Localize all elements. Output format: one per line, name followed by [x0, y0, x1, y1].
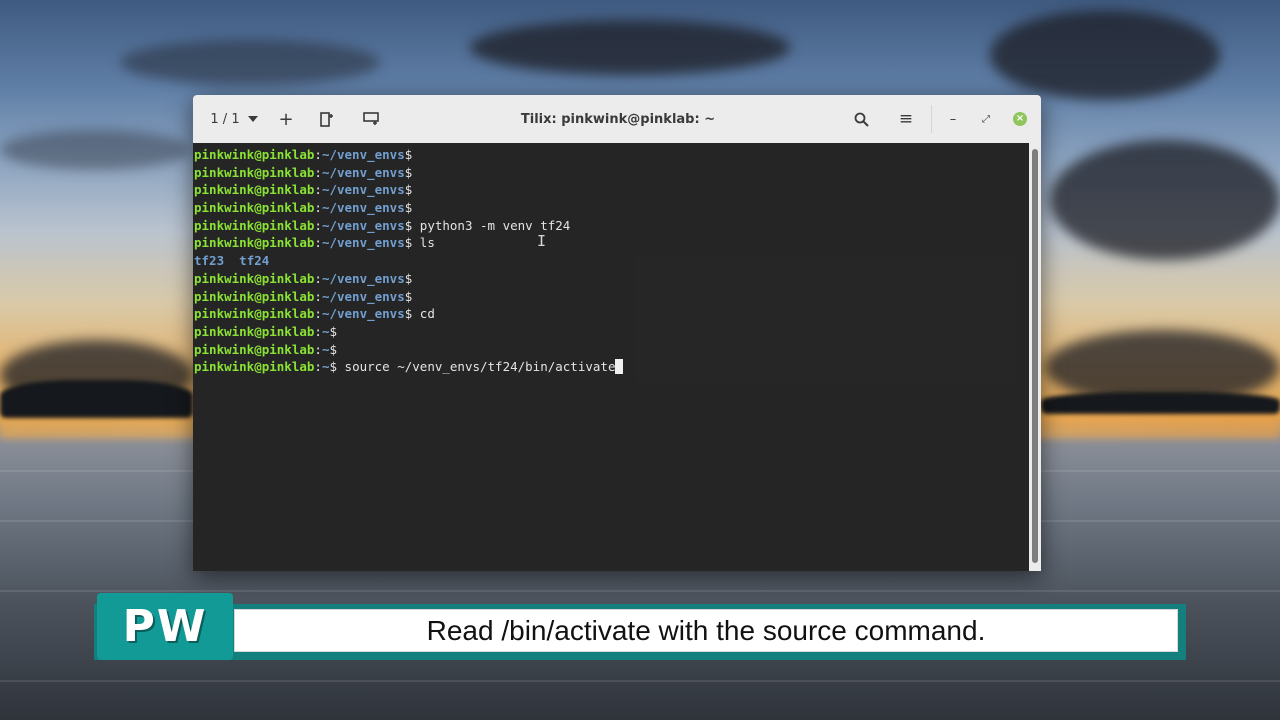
terminal-line: pinkwink@pinklab:~$ source ~/venv_envs/t… [194, 358, 1029, 376]
prompt-separator: : [314, 217, 322, 233]
prompt-user: pinkwink@pinklab [194, 341, 315, 357]
prompt-symbol: $ [404, 200, 413, 216]
prompt-user: pinkwink@pinklab [194, 288, 315, 304]
chevron-down-icon[interactable] [243, 95, 263, 143]
prompt-separator: : [314, 288, 322, 304]
prompt-user: pinkwink@pinklab [194, 217, 315, 233]
logo-text: PW [122, 601, 208, 652]
terminal-line: tf23 tf24 [194, 252, 1029, 270]
terminal-line: pinkwink@pinklab:~/venv_envs$ [194, 146, 1029, 164]
window-title: Tilix: pinkwink@pinklab: ~ [520, 111, 716, 127]
caption-text: Read /bin/activate with the source comma… [426, 614, 986, 646]
terminal-line: pinkwink@pinklab:~/venv_envs$ [194, 199, 1029, 217]
maximize-icon[interactable]: ⤢ [976, 95, 996, 143]
prompt-path: ~/venv_envs [321, 235, 405, 251]
prompt-path: ~/venv_envs [321, 306, 405, 322]
channel-logo: PW [97, 593, 233, 660]
prompt-symbol: $ [404, 182, 413, 198]
prompt-user: pinkwink@pinklab [194, 147, 315, 162]
prompt-path: ~/venv_envs [321, 270, 405, 286]
prompt-separator: : [314, 270, 322, 286]
prompt-separator: : [314, 359, 322, 375]
prompt-separator: : [314, 164, 322, 180]
prompt-path: ~/venv_envs [321, 182, 405, 198]
prompt-user: pinkwink@pinklab [194, 164, 315, 180]
terminal-line: pinkwink@pinklab:~/venv_envs$ [194, 270, 1029, 288]
prompt-user: pinkwink@pinklab [194, 323, 315, 339]
ibeam-cursor-icon: I [537, 232, 547, 250]
minimize-icon[interactable]: – [943, 95, 963, 143]
command-text: python3 -m venv tf24 [412, 217, 571, 233]
prompt-user: pinkwink@pinklab [194, 182, 315, 198]
terminal-line: pinkwink@pinklab:~$ [194, 341, 1029, 359]
close-button[interactable]: × [1010, 95, 1030, 143]
session-counter[interactable]: 1 / 1 [201, 95, 249, 143]
close-icon[interactable]: × [1013, 112, 1027, 126]
prompt-symbol: $ [329, 359, 338, 375]
prompt-symbol: $ [329, 341, 338, 357]
text-cursor [615, 359, 624, 375]
terminal-scrollbar[interactable] [1029, 143, 1041, 571]
search-icon[interactable] [850, 95, 872, 143]
terminal-line: pinkwink@pinklab:~/venv_envs$ ls [194, 234, 1029, 252]
prompt-path: ~/venv_envs [321, 288, 405, 304]
terminal-line: pinkwink@pinklab:~/venv_envs$ [194, 164, 1029, 182]
prompt-user: pinkwink@pinklab [194, 306, 315, 322]
directory-entry: tf24 [239, 253, 270, 269]
terminal-line: pinkwink@pinklab:~/venv_envs$ python3 -m… [194, 217, 1029, 235]
prompt-user: pinkwink@pinklab [194, 359, 315, 375]
prompt-path: ~/venv_envs [321, 147, 405, 162]
hamburger-menu-icon[interactable]: ≡ [895, 95, 917, 143]
command-text: ls [412, 235, 435, 251]
terminal-line: pinkwink@pinklab:~/venv_envs$ cd [194, 305, 1029, 323]
split-right-icon[interactable] [317, 95, 337, 143]
prompt-user: pinkwink@pinklab [194, 235, 315, 251]
terminal-output[interactable]: pinkwink@pinklab:~/venv_envs$ pinkwink@pi… [193, 143, 1029, 571]
terminal-window: 1 / 1 + Tilix: pinkwink@pinklab: ~ ≡ – ⤢… [193, 95, 1041, 571]
prompt-separator: : [314, 147, 322, 162]
prompt-separator: : [314, 306, 322, 322]
prompt-user: pinkwink@pinklab [194, 200, 315, 216]
scrollbar-thumb[interactable] [1032, 149, 1038, 563]
prompt-separator: : [314, 323, 322, 339]
prompt-separator: : [314, 235, 322, 251]
title-separator [931, 105, 932, 133]
prompt-path: ~/venv_envs [321, 164, 405, 180]
command-text: cd [412, 306, 435, 322]
prompt-symbol: $ [404, 147, 413, 162]
prompt-path: ~/venv_envs [321, 217, 405, 233]
prompt-separator: : [314, 182, 322, 198]
prompt-user: pinkwink@pinklab [194, 270, 315, 286]
caption-box: Read /bin/activate with the source comma… [234, 609, 1178, 652]
split-down-icon[interactable] [360, 95, 382, 143]
prompt-separator: : [314, 200, 322, 216]
terminal-line: pinkwink@pinklab:~$ [194, 323, 1029, 341]
terminal-line: pinkwink@pinklab:~/venv_envs$ [194, 181, 1029, 199]
directory-entry: tf23 [194, 253, 225, 269]
title-bar: 1 / 1 + Tilix: pinkwink@pinklab: ~ ≡ – ⤢… [193, 95, 1041, 143]
prompt-symbol: $ [329, 323, 338, 339]
terminal-line: pinkwink@pinklab:~/venv_envs$ [194, 288, 1029, 306]
prompt-symbol: $ [404, 164, 413, 180]
prompt-symbol: $ [404, 288, 413, 304]
prompt-symbol: $ [404, 270, 413, 286]
prompt-separator: : [314, 341, 322, 357]
command-text: source ~/venv_envs/tf24/bin/activate [337, 359, 616, 375]
prompt-path: ~/venv_envs [321, 200, 405, 216]
plus-icon[interactable]: + [276, 95, 296, 143]
